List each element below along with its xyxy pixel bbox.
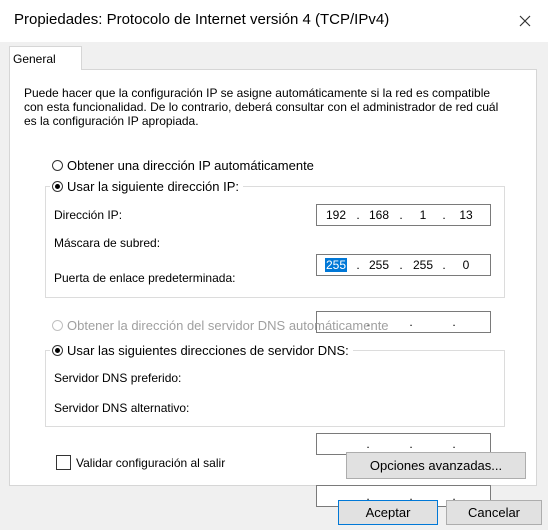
gateway-label: Puerta de enlace predeterminada: — [54, 271, 236, 285]
ok-button[interactable]: Aceptar — [338, 500, 438, 525]
octet: 255 — [368, 258, 390, 272]
radio-button[interactable] — [52, 345, 63, 356]
octet: 1 — [419, 208, 427, 222]
separator: . — [409, 437, 413, 451]
close-button[interactable] — [510, 6, 540, 36]
radio-ip-manual[interactable]: Usar la siguiente dirección IP: — [50, 179, 243, 194]
separator: . — [366, 437, 370, 451]
tab-general[interactable]: General — [9, 46, 82, 70]
radio-button[interactable] — [52, 160, 63, 171]
radio-dns-manual[interactable]: Usar las siguientes direcciones de servi… — [50, 343, 353, 358]
dns-alternate-label: Servidor DNS alternativo: — [54, 401, 190, 415]
radio-ip-auto[interactable]: Obtener una dirección IP automáticamente — [52, 158, 314, 173]
octet: 255 — [412, 258, 434, 272]
validate-checkbox-label: Validar configuración al salir — [76, 455, 226, 470]
separator: . — [442, 258, 446, 272]
cancel-button[interactable]: Cancelar — [446, 500, 542, 525]
selected-text: 255 — [324, 258, 348, 272]
radio-dns-auto[interactable]: Obtener la dirección del servidor DNS au… — [52, 318, 389, 333]
radio-ip-auto-label: Obtener una dirección IP automáticamente — [67, 158, 314, 173]
validate-checkbox[interactable] — [56, 455, 71, 470]
octet: 192 — [325, 208, 347, 222]
ip-address-field[interactable]: 192 . 168 . 1 . 13 — [316, 204, 491, 226]
radio-dns-manual-label: Usar las siguientes direcciones de servi… — [67, 343, 349, 358]
radio-button[interactable] — [52, 320, 63, 331]
radio-button[interactable] — [52, 181, 63, 192]
octet: 13 — [459, 208, 473, 222]
advanced-options-button[interactable]: Opciones avanzadas... — [346, 452, 526, 479]
window-title: Propiedades: Protocolo de Internet versi… — [14, 11, 390, 28]
octet: 168 — [368, 208, 390, 222]
dns-groupbox — [45, 350, 505, 427]
radio-ip-manual-label: Usar la siguiente dirección IP: — [67, 179, 239, 194]
separator: . — [442, 208, 446, 222]
separator: . — [356, 258, 360, 272]
ip-address-label: Dirección IP: — [54, 208, 123, 222]
octet-selected: 255 — [321, 258, 351, 272]
radio-dns-auto-label: Obtener la dirección del servidor DNS au… — [67, 318, 389, 333]
separator: . — [399, 208, 403, 222]
separator: . — [409, 315, 413, 329]
separator: . — [452, 315, 456, 329]
separator: . — [399, 258, 403, 272]
separator: . — [452, 437, 456, 451]
validate-checkbox-row[interactable]: Validar configuración al salir — [56, 455, 225, 470]
intro-text: Puede hacer que la configuración IP se a… — [24, 86, 499, 128]
close-icon — [519, 15, 531, 27]
separator: . — [356, 208, 360, 222]
subnet-mask-label: Máscara de subred: — [54, 236, 161, 250]
octet: 0 — [462, 258, 470, 272]
subnet-mask-field[interactable]: 255 . 255 . 255 . 0 — [316, 254, 491, 276]
dns-preferred-label: Servidor DNS preferido: — [54, 371, 182, 385]
